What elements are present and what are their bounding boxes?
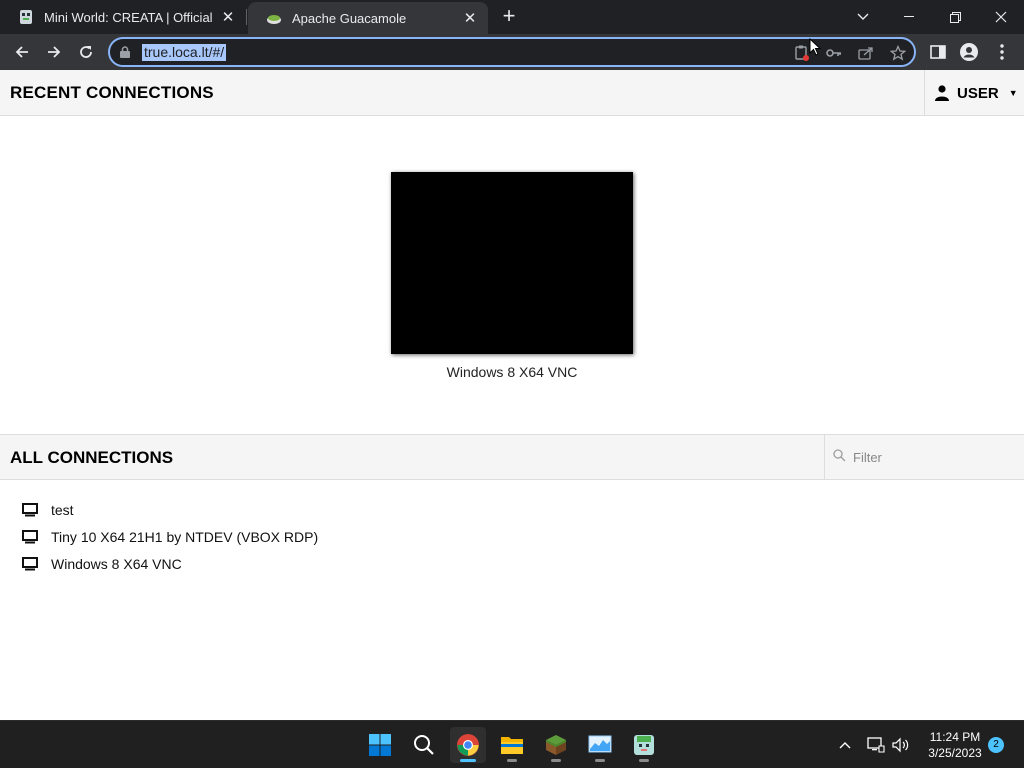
tab-separator (246, 9, 247, 25)
taskbar-search-button[interactable] (406, 727, 442, 763)
connection-item[interactable]: Tiny 10 X64 21H1 by NTDEV (VBOX RDP) (22, 526, 318, 548)
profile-icon[interactable] (955, 38, 983, 66)
taskbar-minecraft-button[interactable] (538, 727, 574, 763)
active-app-indicator (460, 759, 476, 762)
clock-date: 3/25/2023 (928, 746, 982, 760)
forward-button[interactable] (40, 38, 68, 66)
chevron-up-icon (839, 742, 851, 749)
all-connections-header: ALL CONNECTIONS (0, 434, 1024, 480)
user-menu-label: USER (957, 84, 999, 102)
user-icon (935, 85, 949, 101)
restore-button[interactable] (932, 0, 978, 34)
windows-logo-icon (369, 734, 391, 756)
clock-time: 11:24 PM (929, 730, 981, 744)
running-app-indicator (551, 759, 561, 762)
connection-item[interactable]: test (22, 499, 74, 521)
chart-monitor-icon (588, 735, 612, 753)
connection-name[interactable]: test (51, 502, 74, 518)
browser-toolbar: true.loca.lt/#/ (0, 34, 1024, 70)
browser-tab-guacamole[interactable]: Apache Guacamole ✕ (248, 2, 488, 34)
user-menu-button[interactable]: USER ▼ (924, 70, 1024, 116)
mini-world-favicon-icon (18, 9, 34, 25)
recent-connections-section: Windows 8 X64 VNC (0, 116, 1024, 434)
tab-title: Mini World: CREATA | Official (44, 9, 213, 25)
key-icon[interactable] (824, 43, 844, 63)
minimize-button[interactable] (886, 0, 932, 34)
chrome-icon (457, 734, 479, 756)
windows-taskbar: 11:24 PM 3/25/2023 (0, 720, 1024, 768)
side-panel-icon[interactable] (924, 38, 952, 66)
mini-world-icon (634, 735, 654, 755)
taskbar-mini-world-button[interactable] (626, 727, 662, 763)
search-icon (833, 449, 846, 467)
running-app-indicator (507, 759, 517, 762)
tab-title: Apache Guacamole (292, 10, 407, 26)
reload-button[interactable] (72, 38, 100, 66)
browser-menu-icon[interactable] (988, 38, 1016, 66)
recent-connection-name[interactable]: Windows 8 X64 VNC (391, 364, 633, 380)
recent-connection-thumbnail[interactable] (391, 172, 633, 354)
running-app-indicator (639, 759, 649, 762)
recent-connections-heading: RECENT CONNECTIONS (10, 83, 214, 102)
monitor-icon (22, 557, 40, 571)
search-icon (414, 735, 434, 755)
taskbar-chrome-button[interactable] (450, 727, 486, 763)
share-icon[interactable] (856, 43, 876, 63)
taskbar-performance-monitor-button[interactable] (582, 727, 618, 763)
close-window-button[interactable] (978, 0, 1024, 34)
volume-icon[interactable] (890, 721, 912, 768)
monitor-icon (22, 503, 40, 517)
filter-input[interactable] (853, 446, 1013, 468)
notification-badge[interactable]: 2 (988, 737, 1004, 753)
close-tab-icon[interactable]: ✕ (460, 8, 480, 28)
connection-item[interactable]: Windows 8 X64 VNC (22, 553, 182, 575)
connection-name[interactable]: Windows 8 X64 VNC (51, 556, 182, 572)
grass-block-icon (546, 735, 566, 755)
all-connections-heading: ALL CONNECTIONS (10, 448, 174, 467)
show-hidden-icons-button[interactable] (834, 721, 856, 768)
folder-icon (501, 737, 523, 754)
caret-down-icon: ▼ (1008, 88, 1018, 98)
mouse-cursor-icon (809, 37, 822, 61)
back-button[interactable] (8, 38, 36, 66)
close-tab-icon[interactable]: ✕ (218, 7, 238, 27)
browser-tab-mini-world[interactable]: Mini World: CREATA | Official ✕ (0, 0, 246, 34)
url-text[interactable]: true.loca.lt/#/ (142, 44, 227, 61)
network-icon[interactable] (864, 721, 888, 768)
new-tab-button[interactable]: + (498, 5, 520, 28)
lock-icon[interactable] (120, 45, 130, 63)
running-app-indicator (595, 759, 605, 762)
recent-connections-header: RECENT CONNECTIONS USER ▼ (0, 70, 1024, 116)
address-bar[interactable]: true.loca.lt/#/ (108, 37, 916, 67)
clock[interactable]: 11:24 PM 3/25/2023 (916, 729, 994, 761)
connection-name[interactable]: Tiny 10 X64 21H1 by NTDEV (VBOX RDP) (51, 529, 318, 545)
guacamole-favicon-icon (266, 10, 282, 26)
start-button[interactable] (362, 727, 398, 763)
tab-search-chevron-icon[interactable] (840, 0, 886, 34)
taskbar-file-explorer-button[interactable] (494, 727, 530, 763)
filter-box (824, 435, 1024, 480)
browser-tab-strip: Mini World: CREATA | Official ✕ Apache G… (0, 0, 1024, 34)
bookmark-star-icon[interactable] (888, 43, 908, 63)
monitor-icon (22, 530, 40, 544)
